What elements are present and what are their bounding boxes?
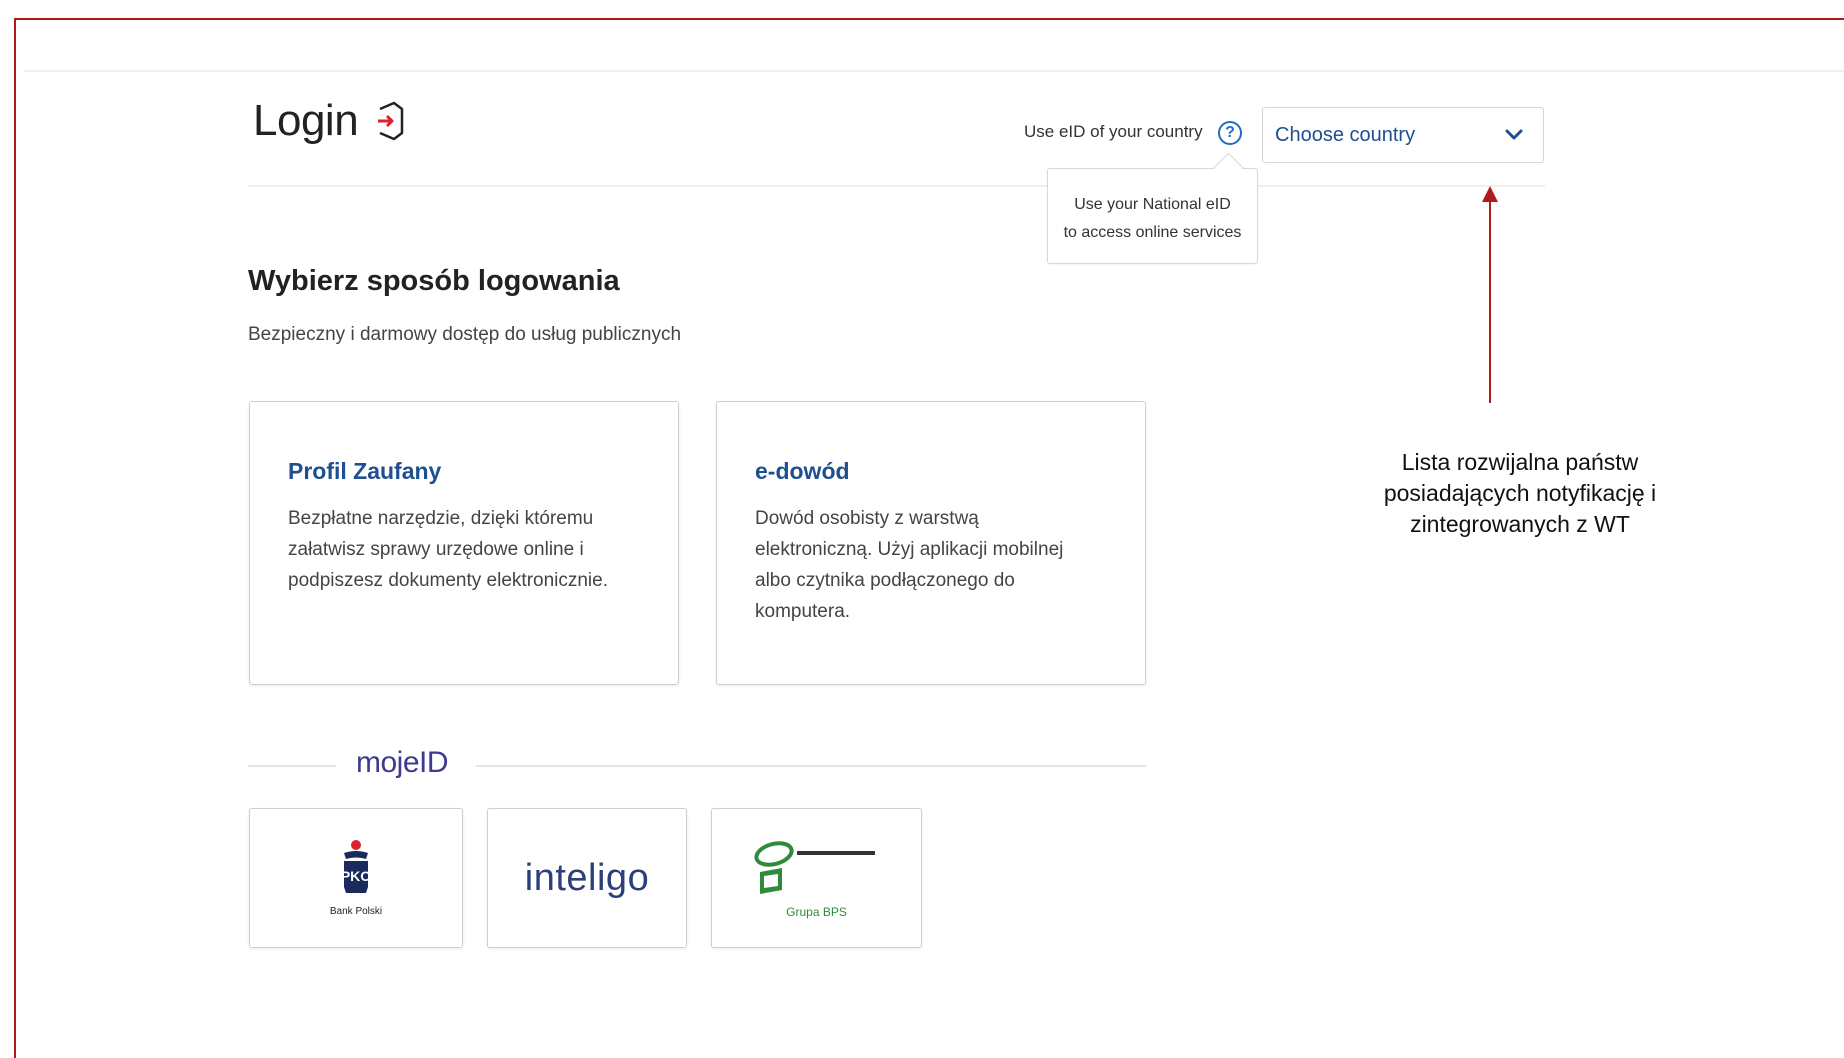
login-icon: [372, 101, 408, 141]
bank-tile-inteligo[interactable]: inteligo: [487, 808, 687, 948]
eid-label: Use eID of your country: [1024, 122, 1203, 141]
bps-logo-icon: [752, 838, 882, 905]
country-select-placeholder: Choose country: [1275, 123, 1416, 146]
page-title: Login: [253, 96, 408, 146]
tooltip-line-2: to access online services: [1063, 224, 1242, 241]
pko-caption: Bank Polski: [329, 906, 383, 917]
e-dowod-card[interactable]: e-dowód Dowód osobisty z warstwą elektro…: [716, 401, 1146, 685]
profil-zaufany-card[interactable]: Profil Zaufany Bezpłatne narzędzie, dzię…: [249, 401, 679, 685]
help-symbol: ?: [1225, 124, 1235, 141]
page-title-text: Login: [253, 96, 359, 145]
mojeid-divider-right: [476, 765, 1146, 767]
card-title: e-dowód: [755, 458, 850, 484]
card-description: Bezpłatne narzędzie, dzięki któremu zała…: [288, 508, 609, 591]
tooltip-line-1: Use your National eID: [1074, 196, 1231, 213]
help-icon[interactable]: ?: [1218, 121, 1242, 145]
mojeid-divider-left: [248, 765, 336, 767]
annotation-text: Lista rozwijalna państw posiadających no…: [1383, 449, 1657, 537]
card-title: Profil Zaufany: [288, 458, 442, 484]
annotation-arrow: [1489, 188, 1491, 403]
svg-text:PKO: PKO: [341, 868, 371, 884]
top-divider: [24, 70, 1844, 72]
header-divider: [248, 185, 1545, 187]
country-select[interactable]: Choose country: [1262, 107, 1544, 163]
mojeid-logo: mojeID: [356, 746, 449, 779]
section-heading: Wybierz sposób logowania: [248, 265, 620, 297]
card-description: Dowód osobisty z warstwą elektroniczną. …: [755, 508, 1064, 622]
chevron-down-icon: [1505, 124, 1523, 147]
section-subheading: Bezpieczny i darmowy dostęp do usług pub…: [248, 324, 682, 345]
inteligo-logo: inteligo: [524, 856, 650, 899]
pko-logo-icon: PKO: [336, 839, 376, 904]
bank-tile-bps[interactable]: Grupa BPS: [711, 808, 922, 948]
eid-tooltip: Use your National eID to access online s…: [1047, 168, 1258, 264]
bank-tile-pko[interactable]: PKO Bank Polski: [249, 808, 463, 948]
bps-caption: Grupa BPS: [786, 904, 847, 919]
